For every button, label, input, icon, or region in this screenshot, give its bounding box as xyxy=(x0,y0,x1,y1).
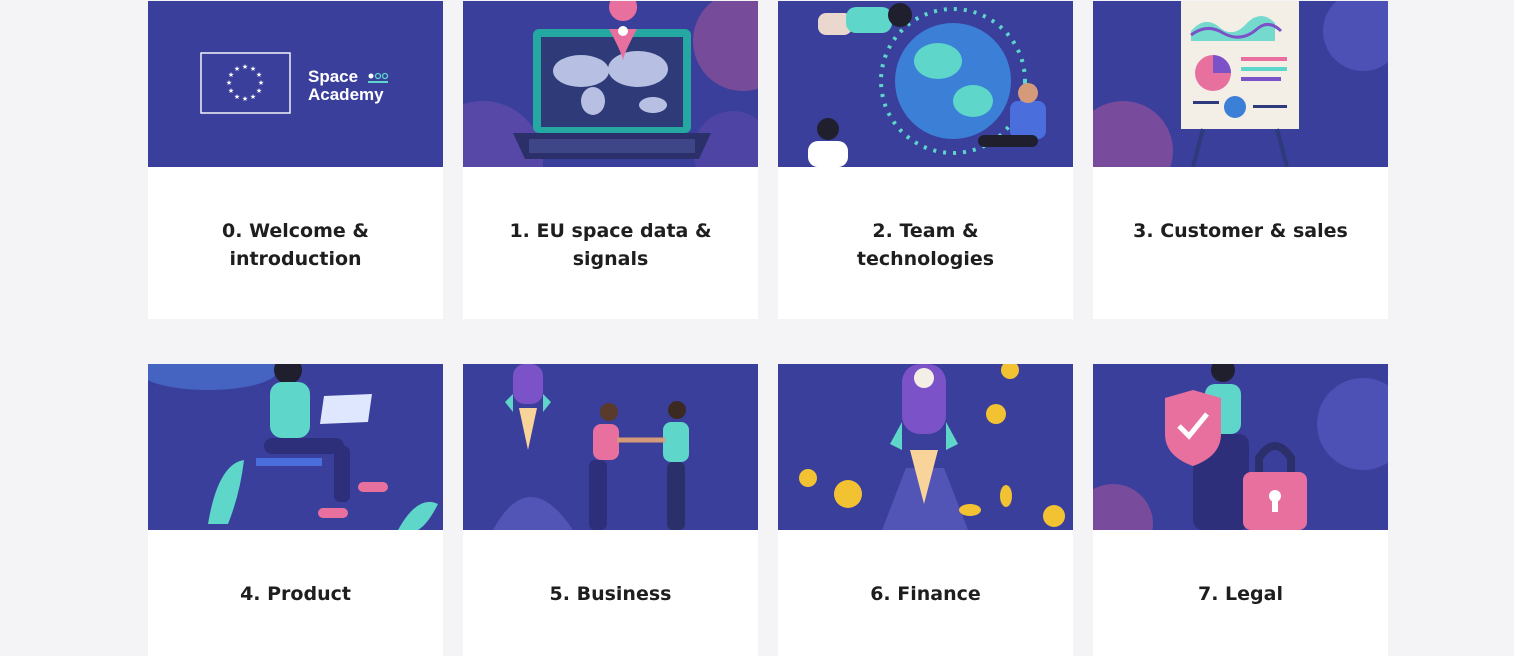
svg-text:★: ★ xyxy=(256,71,262,79)
svg-text:★: ★ xyxy=(256,87,262,95)
module-card-product[interactable]: 4. Product xyxy=(148,364,443,656)
card-image xyxy=(1093,364,1388,530)
svg-text:★: ★ xyxy=(228,87,234,95)
logo-line-2: Academy xyxy=(308,85,384,104)
card-image: ★ ★ ★ ★ ★ ★ ★ ★ ★ ★ ★ ★ Space Academy xyxy=(148,1,443,167)
svg-text:★: ★ xyxy=(234,93,240,101)
module-grid: ★ ★ ★ ★ ★ ★ ★ ★ ★ ★ ★ ★ Space Academy 0. Welcome… xyxy=(0,0,1514,656)
card-title: 5. Business xyxy=(549,583,672,605)
svg-text:★: ★ xyxy=(242,63,248,71)
module-card-legal[interactable]: 7. Legal xyxy=(1093,364,1388,656)
card-image xyxy=(778,364,1073,530)
svg-text:★: ★ xyxy=(226,79,232,87)
logo-line-1: Space xyxy=(308,67,358,86)
card-title: 6. Finance xyxy=(870,583,981,605)
card-title: 2. Team & technologies xyxy=(856,220,995,270)
card-image xyxy=(778,1,1073,167)
card-image xyxy=(463,1,758,167)
card-title: 3. Customer & sales xyxy=(1133,220,1348,242)
module-card-team-technologies[interactable]: 2. Team & technologies xyxy=(778,1,1073,319)
module-card-customer-sales[interactable]: 3. Customer & sales xyxy=(1093,1,1388,319)
module-card-finance[interactable]: 6. Finance xyxy=(778,364,1073,656)
card-title: 0. Welcome & introduction xyxy=(222,220,369,270)
card-title: 1. EU space data & signals xyxy=(509,220,712,270)
svg-text:★: ★ xyxy=(242,95,248,103)
module-card-eu-space-data[interactable]: 1. EU space data & signals xyxy=(463,1,758,319)
module-card-welcome[interactable]: ★ ★ ★ ★ ★ ★ ★ ★ ★ ★ ★ ★ Space Academy 0. Welcome… xyxy=(148,1,443,319)
svg-text:★: ★ xyxy=(234,65,240,73)
module-card-business[interactable]: 5. Business xyxy=(463,364,758,656)
card-image xyxy=(463,364,758,530)
svg-text:★: ★ xyxy=(258,79,264,87)
laptop-icon xyxy=(513,29,711,159)
card-image xyxy=(1093,1,1388,167)
svg-text:★: ★ xyxy=(250,93,256,101)
card-image xyxy=(148,364,443,530)
globe-icon xyxy=(895,23,1011,139)
card-title: 4. Product xyxy=(240,583,351,605)
card-title: 7. Legal xyxy=(1198,583,1283,605)
